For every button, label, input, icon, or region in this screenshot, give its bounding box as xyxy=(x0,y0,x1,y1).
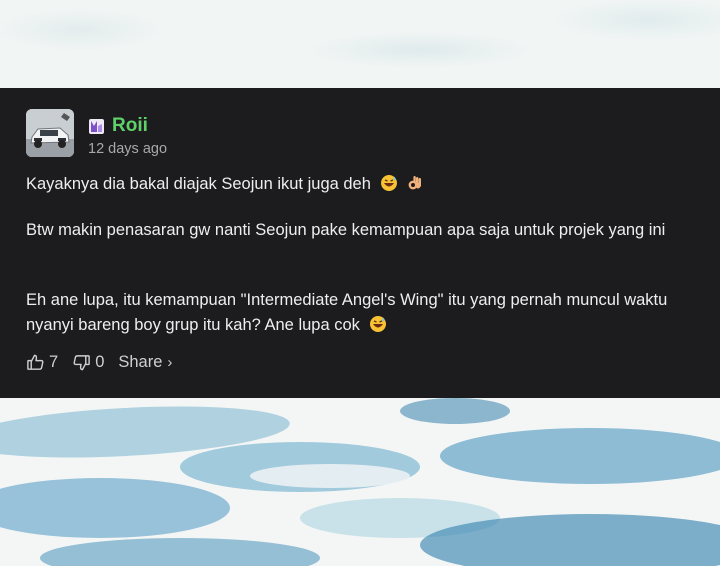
username[interactable]: Roii xyxy=(112,115,148,137)
background-top xyxy=(0,0,720,88)
grinning-sweat-emoji-icon xyxy=(380,174,398,200)
ok-hand-emoji-icon xyxy=(406,174,424,200)
thumbs-down-icon xyxy=(73,355,90,371)
dislike-count: 0 xyxy=(95,353,105,371)
avatar[interactable] xyxy=(26,109,74,157)
share-label: Share xyxy=(118,353,163,371)
rank-badge-icon xyxy=(88,118,105,135)
like-button[interactable]: 7 xyxy=(26,353,58,372)
username-row: Roii xyxy=(88,115,148,137)
background-watercolor xyxy=(0,398,720,566)
grinning-sweat-emoji-icon xyxy=(369,315,387,341)
comment-actions: 7 0 Share › xyxy=(26,353,172,372)
comment-paragraph-2: Btw makin penasaran gw nanti Seojun pake… xyxy=(26,221,666,239)
comment-paragraph-3: Eh ane lupa, itu kemampuan "Intermediate… xyxy=(26,288,686,341)
comment-card: Roii 12 days ago Kayaknya dia bakal diaj… xyxy=(0,88,720,398)
dislike-button[interactable]: 0 xyxy=(72,353,104,372)
share-button[interactable]: Share › xyxy=(118,353,172,372)
paragraph-text: Kayaknya dia bakal diajak Seojun ikut ju… xyxy=(26,175,371,193)
timestamp: 12 days ago xyxy=(88,141,168,157)
chevron-right-icon: › xyxy=(167,354,173,371)
paragraph-text: Eh ane lupa, itu kemampuan "Intermediate… xyxy=(26,291,668,334)
like-count: 7 xyxy=(49,353,59,371)
thumbs-up-icon xyxy=(27,354,44,370)
comment-paragraph-1: Kayaknya dia bakal diajak Seojun ikut ju… xyxy=(26,172,686,200)
